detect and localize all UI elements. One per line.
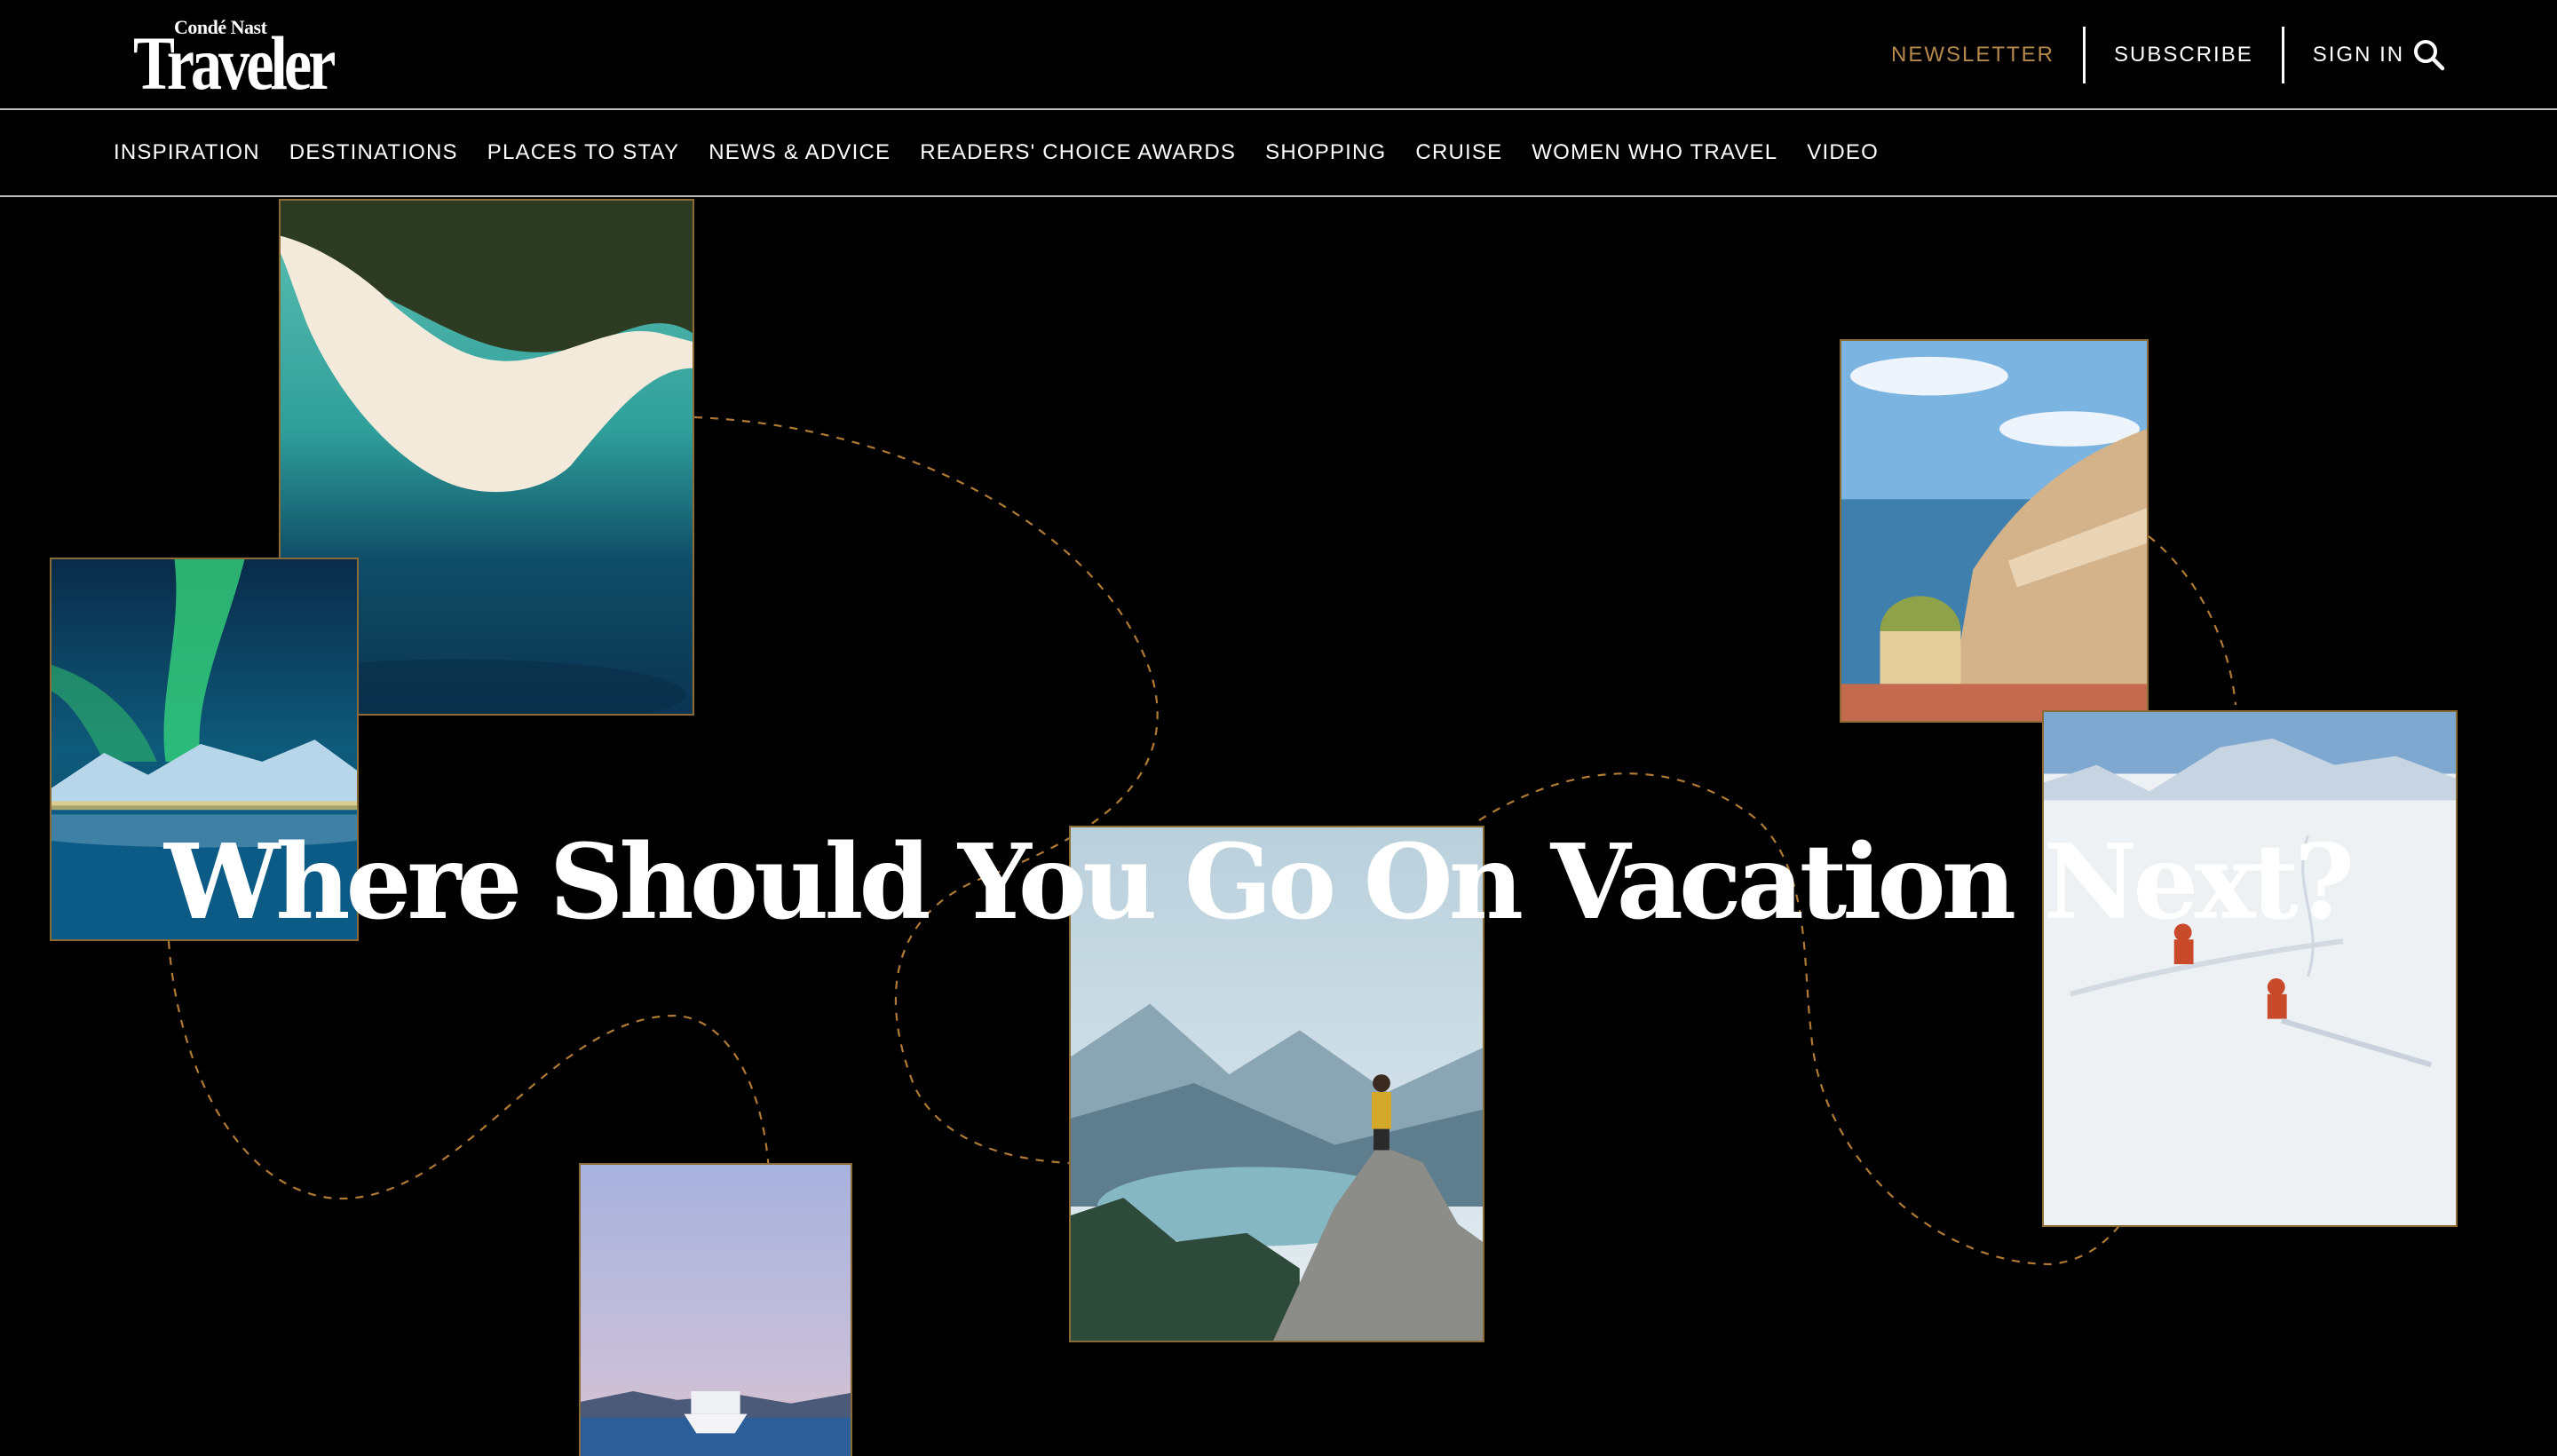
amalfi-coast-image	[1841, 341, 2147, 721]
hero-section: Where Should You Go On Vacation Next?	[0, 199, 2557, 1456]
photo-skiers[interactable]	[2042, 710, 2458, 1227]
nav-item-destinations[interactable]: DESTINATIONS	[289, 140, 458, 165]
site-header: Condé Nast Traveler NEWSLETTER SUBSCRIBE…	[0, 0, 2557, 110]
logo-traveler: Traveler	[133, 20, 336, 106]
divider	[2083, 27, 2086, 83]
subscribe-link[interactable]: SUBSCRIBE	[2114, 43, 2253, 67]
nav-item-women-who-travel[interactable]: WOMEN WHO TRAVEL	[1532, 140, 1777, 165]
skiers-image	[2044, 712, 2456, 1225]
main-nav: INSPIRATION DESTINATIONS PLACES TO STAY …	[0, 110, 2557, 197]
nav-item-news-advice[interactable]: NEWS & ADVICE	[709, 140, 891, 165]
nav-item-cruise[interactable]: CRUISE	[1415, 140, 1502, 165]
newsletter-link[interactable]: NEWSLETTER	[1891, 43, 2054, 67]
search-icon	[2414, 40, 2445, 71]
nav-item-shopping[interactable]: SHOPPING	[1265, 140, 1386, 165]
photo-amalfi-coast[interactable]	[1840, 339, 2149, 723]
utility-nav: NEWSLETTER SUBSCRIBE SIGN IN	[1891, 27, 2404, 83]
nav-item-readers-choice-awards[interactable]: READERS' CHOICE AWARDS	[920, 140, 1236, 165]
search-button[interactable]	[2411, 37, 2447, 73]
nav-item-places-to-stay[interactable]: PLACES TO STAY	[487, 140, 679, 165]
photo-cruise-ship[interactable]	[579, 1163, 852, 1456]
divider	[2281, 27, 2284, 83]
sign-in-link[interactable]: SIGN IN	[2313, 43, 2404, 67]
photo-hiker-mountain-lake[interactable]	[1069, 826, 1484, 1342]
northern-lights-image	[51, 559, 357, 939]
nav-item-inspiration[interactable]: INSPIRATION	[114, 140, 260, 165]
photo-northern-lights[interactable]	[50, 558, 359, 941]
nav-item-video[interactable]: VIDEO	[1807, 140, 1879, 165]
traveler-logo[interactable]: Condé Nast Traveler	[133, 14, 346, 101]
hiker-mountain-lake-image	[1071, 827, 1483, 1341]
cruise-ship-image	[581, 1165, 851, 1456]
